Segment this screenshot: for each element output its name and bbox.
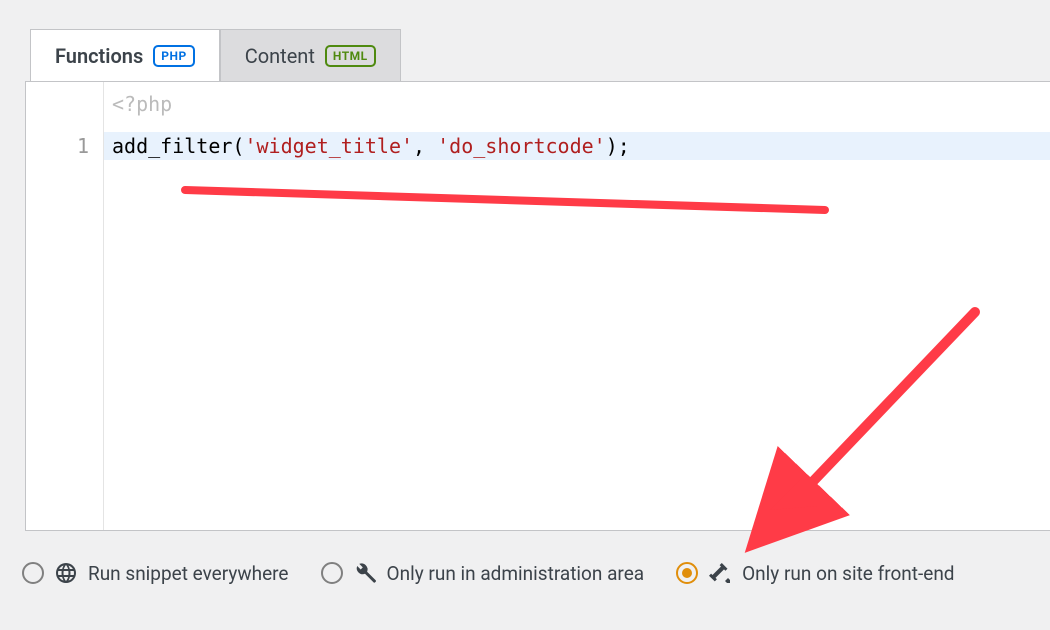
php-badge: PHP	[153, 45, 194, 67]
code-line-1: add_filter('widget_title', 'do_shortcode…	[112, 132, 1050, 160]
scope-admin[interactable]: Only run in administration area	[321, 561, 645, 585]
radio-admin[interactable]	[321, 562, 343, 584]
wrench-icon	[353, 561, 377, 585]
tab-functions[interactable]: Functions PHP	[30, 29, 220, 82]
tabs: Functions PHP Content HTML	[0, 0, 1050, 81]
code-snippet-panel: Functions PHP Content HTML 1 <?php add_f…	[0, 0, 1050, 585]
scope-options: Run snippet everywhere Only run in admin…	[0, 531, 1050, 585]
radio-everywhere[interactable]	[22, 562, 44, 584]
scope-everywhere-label: Run snippet everywhere	[88, 562, 289, 585]
scope-everywhere[interactable]: Run snippet everywhere	[22, 561, 289, 585]
scope-front[interactable]: Only run on site front-end	[676, 561, 954, 585]
tab-content[interactable]: Content HTML	[220, 29, 401, 82]
php-open-tag: <?php	[112, 90, 1050, 118]
html-badge: HTML	[325, 45, 376, 67]
globe-icon	[54, 561, 78, 585]
line-number: 1	[26, 132, 89, 160]
tab-content-label: Content	[245, 44, 315, 68]
code-area[interactable]: <?php add_filter('widget_title', 'do_sho…	[104, 82, 1050, 530]
scope-front-label: Only run on site front-end	[742, 562, 954, 585]
scope-admin-label: Only run in administration area	[387, 562, 645, 585]
tab-functions-label: Functions	[55, 44, 143, 68]
gutter: 1	[26, 82, 104, 530]
radio-front[interactable]	[676, 562, 698, 584]
code-editor[interactable]: 1 <?php add_filter('widget_title', 'do_s…	[25, 81, 1050, 531]
hammer-icon	[708, 561, 732, 585]
